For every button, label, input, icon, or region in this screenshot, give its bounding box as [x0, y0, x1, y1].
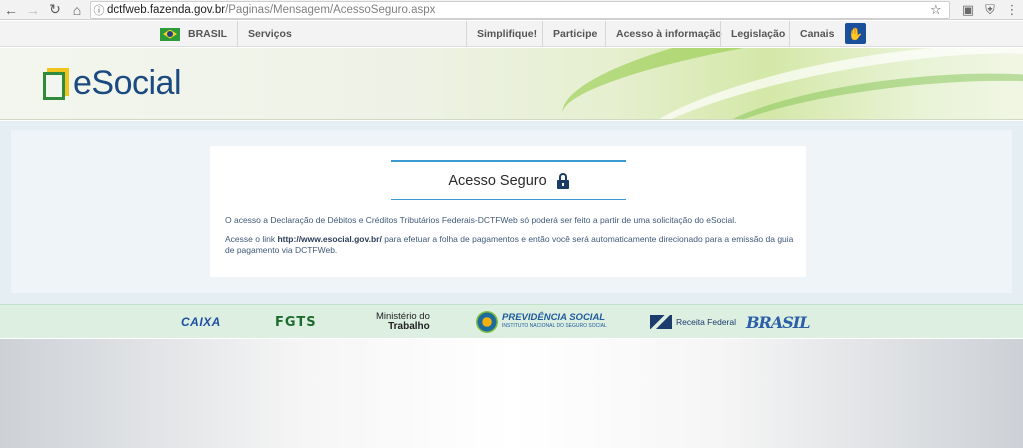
lock-icon	[556, 172, 569, 189]
accessibility-hand-icon[interactable]: ✋	[845, 23, 866, 44]
caixa-logo[interactable]: CAIXA	[181, 305, 221, 339]
menu-icon[interactable]: ⋮	[1001, 2, 1023, 18]
receita-emblem-icon	[650, 315, 672, 329]
page-bottom-background	[0, 339, 1023, 448]
receita-label: Receita Federal	[676, 317, 737, 327]
fgts-logo[interactable]: FGTS	[275, 305, 317, 339]
government-bar: BRASIL Serviços Simplifique! Participe A…	[0, 21, 1023, 47]
govbar-link-acesso-informacao[interactable]: Acesso à informação	[605, 21, 732, 47]
partners-bar: CAIXA FGTS Ministério do Trabalho PREVID…	[0, 304, 1023, 338]
url-path: /Paginas/Mensagem/AcessoSeguro.aspx	[225, 4, 436, 16]
ministerio-trabalho-logo[interactable]: Ministério do Trabalho	[376, 305, 430, 339]
home-icon[interactable]: ⌂	[66, 0, 88, 20]
esocial-logo-mark	[43, 67, 71, 100]
site-header: eSocial	[0, 48, 1023, 120]
paragraph-2-prefix: Acesse o link	[225, 234, 278, 244]
govbar-link-label: Participe	[553, 28, 598, 40]
message-paragraph-1: O acesso a Declaração de Débitos e Crédi…	[225, 215, 737, 225]
previdencia-line-1: PREVIDÊNCIA SOCIAL	[502, 312, 606, 323]
govbar-link-label: Acesso à informação	[616, 28, 722, 40]
previdencia-social-logo[interactable]: PREVIDÊNCIA SOCIAL INSTITUTO NACIONAL DO…	[476, 305, 607, 339]
govbar-link-participe[interactable]: Participe	[542, 21, 607, 47]
bookmark-star-icon[interactable]: ☆	[930, 2, 942, 18]
govbar-link-label: Legislação	[731, 28, 786, 40]
previdencia-line-2: INSTITUTO NACIONAL DO SEGURO SOCIAL	[502, 323, 607, 329]
brasil-link[interactable]: BRASIL	[150, 21, 237, 47]
governo-brasil-logo[interactable]: BRASIL	[746, 305, 811, 339]
previdencia-emblem-icon	[476, 311, 498, 333]
govbar-link-label: Simplifique!	[477, 28, 538, 40]
address-bar[interactable]: ⓘ dctfweb.fazenda.gov.br/Paginas/Mensage…	[90, 1, 950, 19]
page-title-box: Acesso Seguro	[391, 160, 626, 200]
back-icon[interactable]: ←	[0, 0, 22, 20]
govbar-link-label: Canais	[800, 28, 835, 40]
receita-federal-logo[interactable]: Receita Federal	[650, 305, 736, 339]
browser-extensions: ▣ ⛨ ⋮	[957, 0, 1023, 20]
brazil-flag-icon	[160, 27, 180, 41]
govbar-link-canais[interactable]: Canais	[789, 21, 844, 47]
esocial-link[interactable]: http://www.esocial.gov.br/	[277, 234, 381, 244]
govbar-link-simplifique[interactable]: Simplifique!	[466, 21, 547, 47]
message-paragraph-2: Acesse o link http://www.esocial.gov.br/…	[225, 234, 795, 256]
forward-icon[interactable]: →	[22, 0, 44, 20]
esocial-logo[interactable]: eSocial	[43, 64, 182, 103]
url-host: dctfweb.fazenda.gov.br	[107, 4, 226, 16]
brasil-label: BRASIL	[188, 28, 228, 40]
servicos-label: Serviços	[248, 28, 292, 40]
reload-icon[interactable]: ↻	[44, 0, 66, 20]
govbar-link-legislacao[interactable]: Legislação	[720, 21, 795, 47]
page-title: Acesso Seguro	[448, 172, 547, 189]
extension-icon[interactable]: ▣	[957, 2, 979, 18]
shield-icon[interactable]: ⛨	[979, 2, 1001, 18]
ministerio-line-2: Trabalho	[388, 321, 430, 332]
servicos-link[interactable]: Serviços	[237, 21, 302, 47]
logo-text: eSocial	[73, 64, 182, 102]
info-icon[interactable]: ⓘ	[91, 2, 107, 18]
